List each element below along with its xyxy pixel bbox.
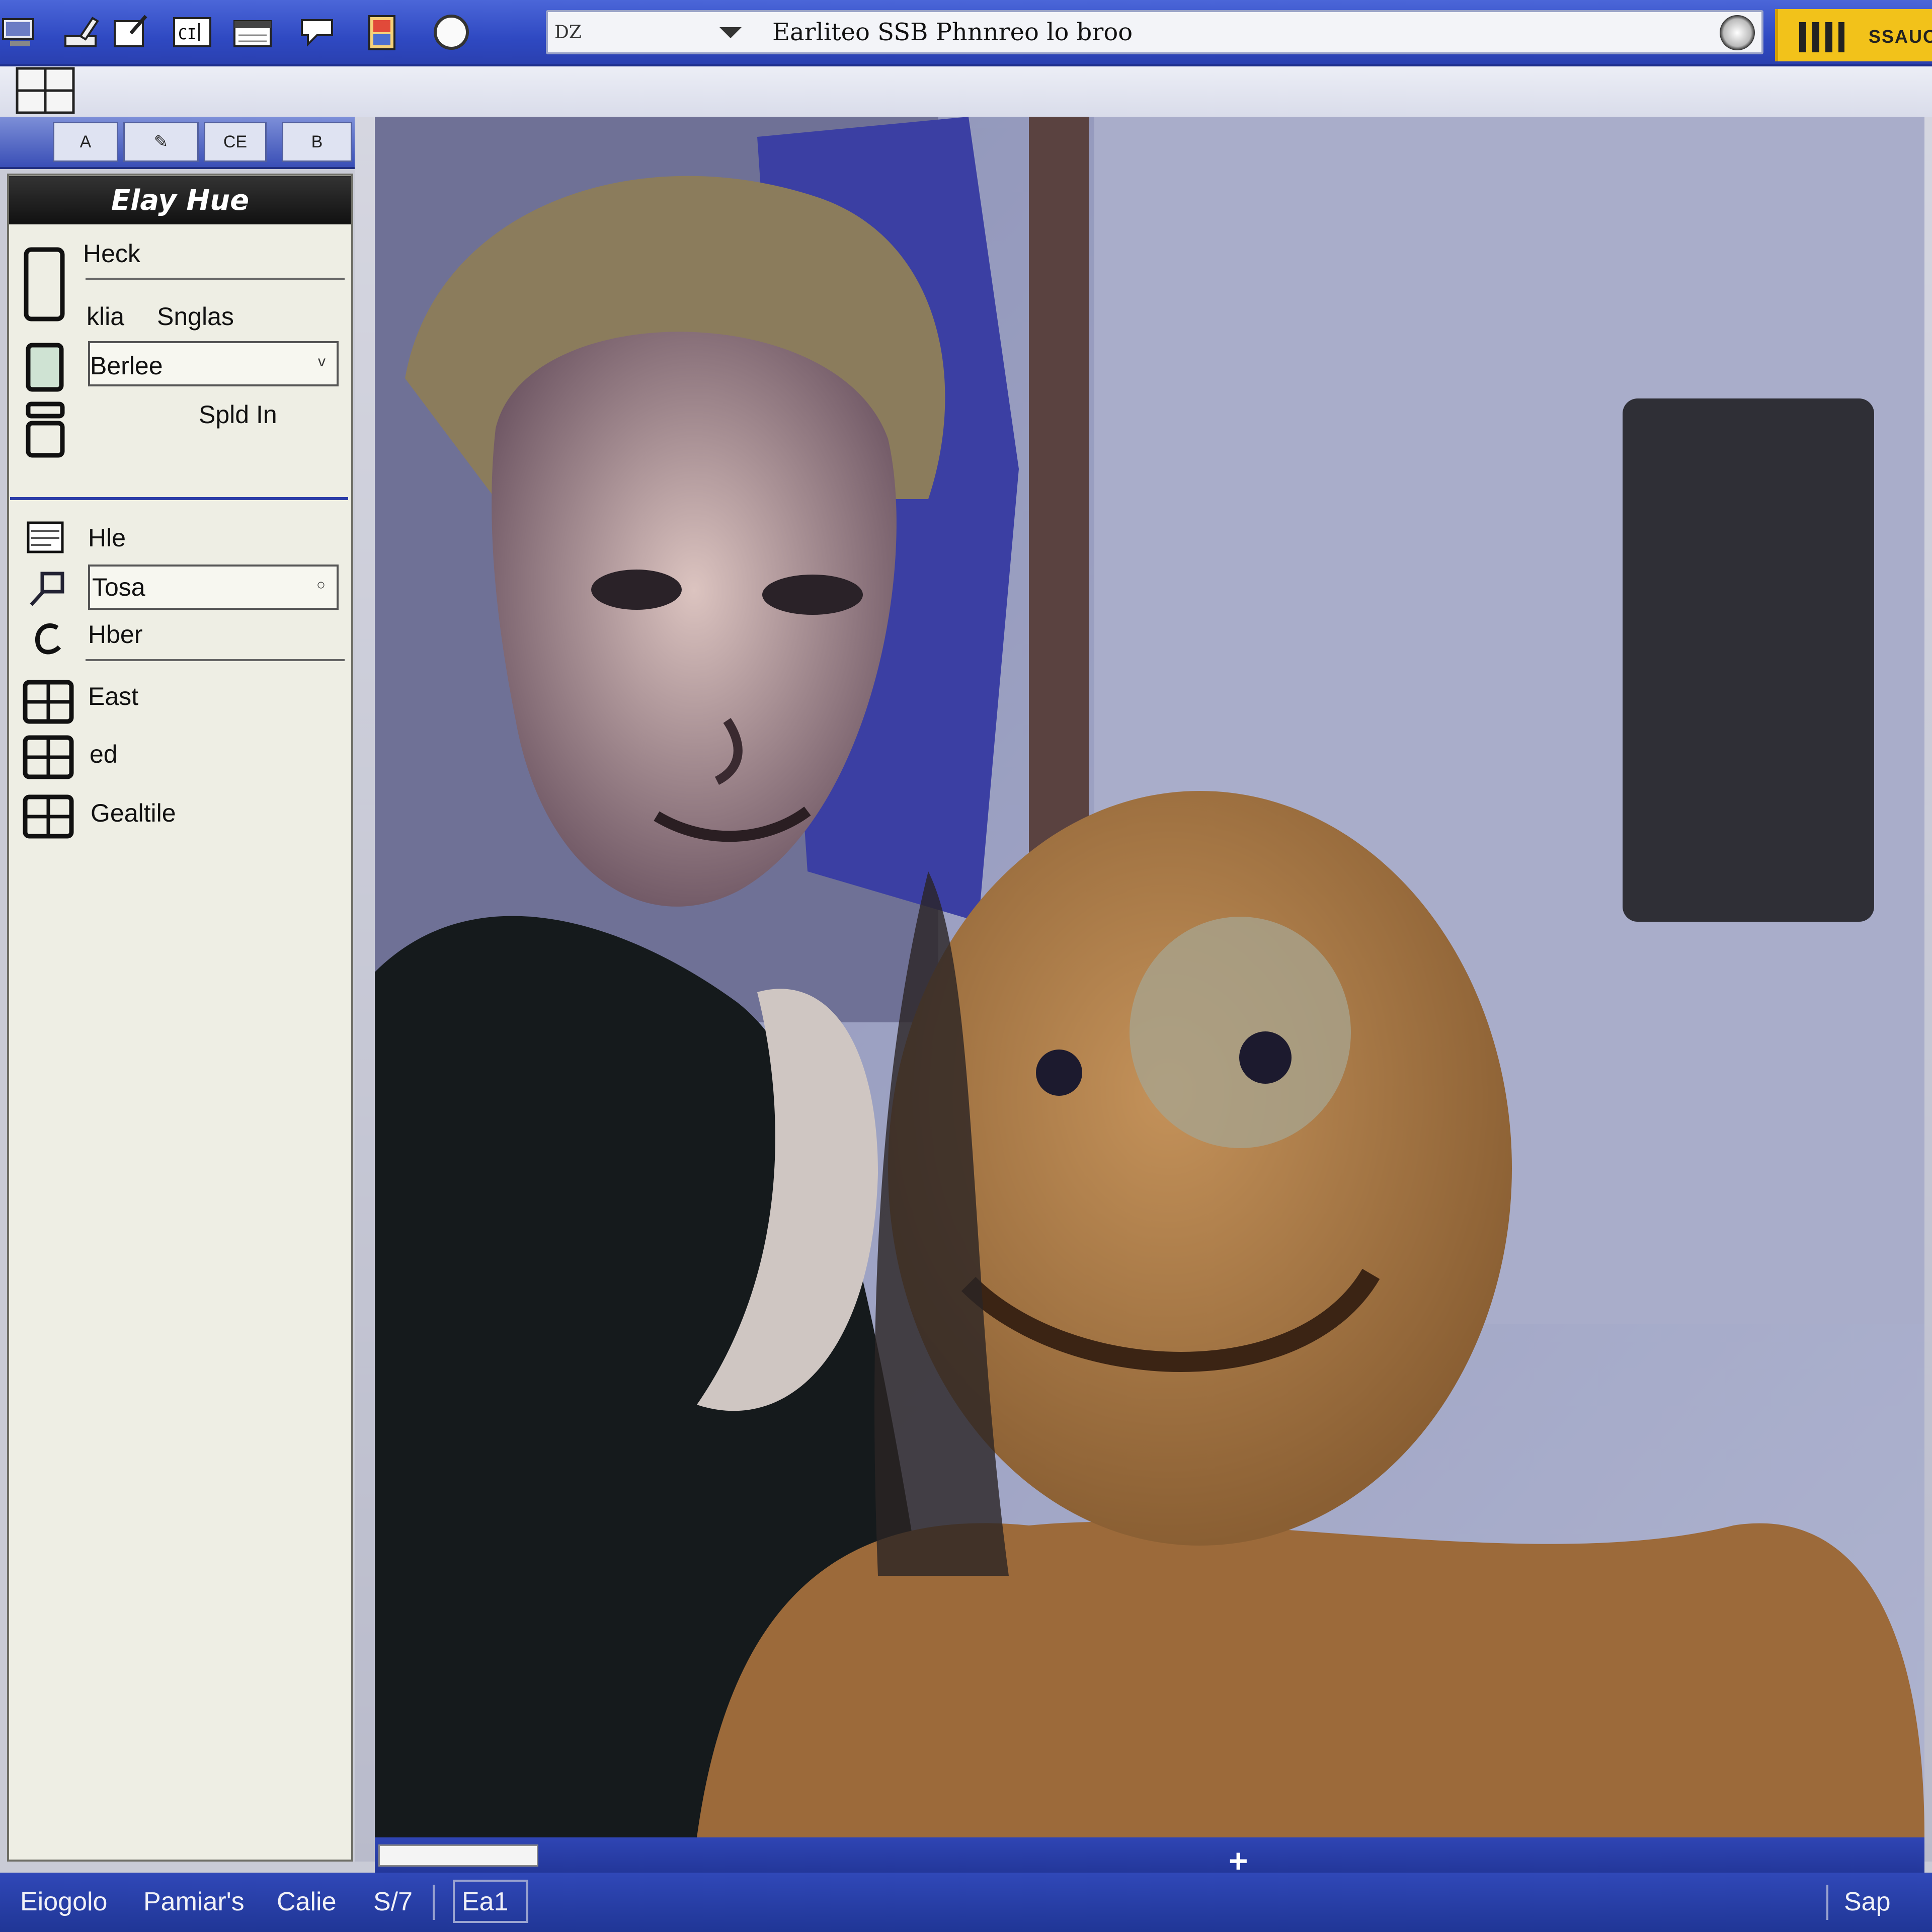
panel-separator [10, 497, 348, 500]
chevron-down-icon: v [318, 353, 326, 370]
panel-tool-a[interactable]: A [53, 122, 118, 162]
heading-underline [86, 278, 345, 280]
blend-dropdown[interactable]: Berlee v [88, 341, 339, 386]
split-box-icon [26, 401, 65, 458]
calendar-icon[interactable] [231, 11, 274, 53]
chevron-icon: ○ [316, 577, 326, 593]
address-text: Earliteo SSB Phnnreo lo broo [772, 18, 1133, 46]
panel-item-1: Tosa [92, 573, 145, 601]
small-box-icon [26, 343, 64, 392]
section-heading: Heck [83, 239, 140, 268]
book-icon[interactable] [362, 11, 405, 53]
status-item-6: Sap [1844, 1887, 1891, 1916]
layer-icon[interactable] [24, 516, 66, 558]
panel-toolbar: A ✎ CE B [0, 117, 355, 169]
panel-title: Elay Hue [9, 176, 351, 224]
go-icon[interactable] [1720, 15, 1755, 50]
panel-item-3[interactable]: East [88, 682, 138, 711]
address-prefix: DZ [554, 22, 582, 43]
scroll-thumb[interactable] [378, 1844, 538, 1867]
status-item-2: Pamiar's [143, 1887, 245, 1916]
brush-tool-icon[interactable] [27, 569, 67, 609]
lasso-icon[interactable] [31, 619, 66, 659]
tall-box-icon [24, 247, 65, 321]
status-badge[interactable]: SSAUO [1775, 9, 1932, 61]
status-item-3: Calie [277, 1887, 337, 1916]
status-badge-label: SSAUO [1869, 26, 1932, 47]
blend-dropdown-value: Berlee [90, 352, 163, 380]
status-separator [433, 1885, 435, 1920]
photo-image [375, 117, 1924, 1837]
circle-icon[interactable] [430, 11, 472, 53]
row-label-right: Snglas [157, 302, 234, 331]
layout-grid-icon[interactable] [15, 66, 75, 115]
panel-tool-ce[interactable]: CE [204, 122, 267, 162]
panel-tool-b[interactable]: B [282, 122, 352, 162]
secondary-toolbar [0, 66, 1932, 118]
panel-tool-brush-icon[interactable]: ✎ [123, 122, 199, 162]
status-bar: Eiogolo Pamiar's Calie S/7 Ea1 Sap [0, 1873, 1932, 1932]
panel-item-4[interactable]: ed [90, 740, 118, 769]
photo-canvas[interactable] [375, 117, 1924, 1837]
status-item-1: Eiogolo [20, 1887, 108, 1916]
computer-icon[interactable] [0, 11, 42, 53]
grid-glyph-icon [1799, 22, 1844, 52]
item-underline [86, 659, 345, 661]
horizontal-scrollbar[interactable] [375, 1837, 1924, 1873]
mask-icon[interactable] [297, 11, 339, 53]
grid-box-icon-2[interactable] [22, 735, 74, 780]
address-dropdown-icon[interactable] [719, 27, 742, 38]
grid-box-icon-3[interactable] [22, 794, 74, 839]
panel-item-2[interactable]: Hber [88, 620, 142, 649]
row-label-left: klia [87, 302, 125, 331]
status-item-5: Ea1 [462, 1887, 509, 1916]
status-separator-2 [1826, 1885, 1828, 1920]
cut-icon[interactable]: CI [171, 11, 213, 53]
pencil-icon[interactable] [60, 11, 103, 53]
status-item-4: S/7 [373, 1887, 413, 1916]
sub-label: Spld In [199, 400, 277, 429]
panel-item-0[interactable]: Hle [88, 523, 126, 552]
grid-box-icon[interactable] [22, 679, 74, 725]
svg-text:CI: CI [178, 26, 196, 43]
edit-icon[interactable] [111, 11, 153, 53]
tool-selected-row[interactable]: Tosa ○ [88, 565, 339, 610]
panel-item-5[interactable]: Gealtile [91, 798, 176, 828]
